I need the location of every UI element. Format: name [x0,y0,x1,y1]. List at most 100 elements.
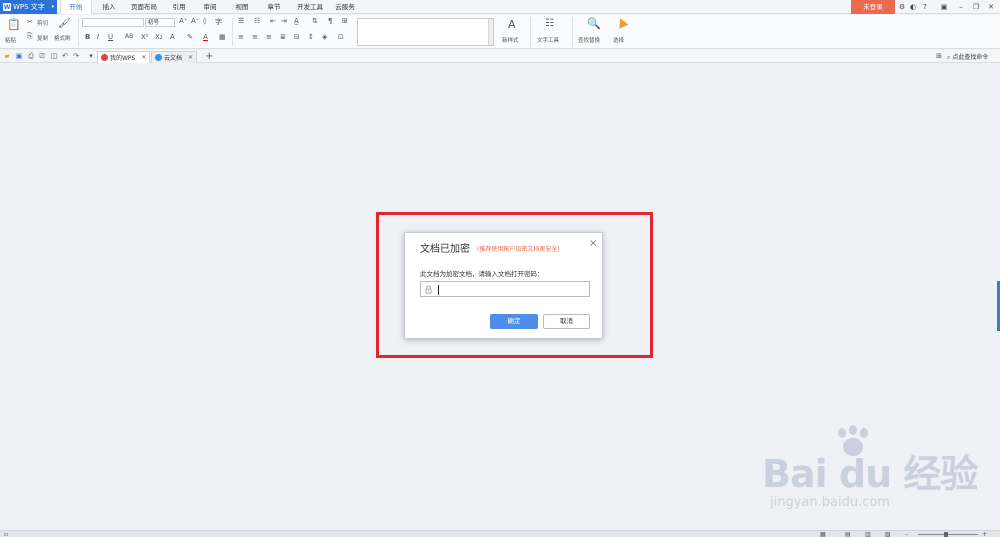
tab-my-wps[interactable]: 我的WPS ✕ [97,51,151,63]
restore-icon[interactable]: ❐ [970,0,982,14]
new-style-label[interactable]: 新样式 [502,36,519,44]
copy-label[interactable]: 复制 [37,34,48,42]
cut-label[interactable]: 剪切 [37,19,48,27]
reading-view-icon[interactable]: ▧ [885,531,891,537]
strikethrough-icon[interactable]: AB [125,33,133,40]
text-effect-icon[interactable]: A [170,33,175,41]
chinese-layout-icon[interactable]: A̲ [294,17,299,25]
line-spacing-icon[interactable]: ↕ [308,33,314,41]
tab-view[interactable]: 视图 [229,0,255,14]
style-gallery[interactable] [357,18,494,46]
command-search[interactable]: ⌕ 点此查找命令 [947,52,988,62]
highlight-icon[interactable]: ✎ [187,33,193,41]
clear-format-icon[interactable]: ◊ [203,17,206,25]
select-icon[interactable] [615,16,629,29]
font-name-box[interactable] [82,18,144,27]
export-pdf-icon[interactable]: ⎙ [27,52,35,60]
cancel-button[interactable]: 取消 [543,314,590,329]
close-icon[interactable]: ✕ [985,0,997,14]
table-tools-icon[interactable]: ⊞ [342,17,348,25]
print-preview-icon[interactable]: ◫ [50,52,58,60]
tab-developer[interactable]: 开发工具 [292,0,328,14]
app-menu-button[interactable]: W WPS 文字 ▾ [0,0,57,14]
style-gallery-scrollbar[interactable] [488,19,493,45]
zoom-out-icon[interactable]: – [905,531,908,537]
tab-start[interactable]: 开始 [60,0,92,14]
print-icon[interactable]: ⎚ [38,52,46,60]
border-icon[interactable]: ⊡ [338,33,344,41]
login-button[interactable]: 未登录 [851,0,895,14]
align-left-icon[interactable]: ≡ [238,33,244,41]
customize-caret-icon[interactable]: ▾ [87,52,95,60]
tab-cloud-service[interactable]: 云服务 [331,0,359,14]
copy-icon[interactable]: ⎘ [27,32,33,41]
outline-view-icon[interactable]: ▥ [865,531,871,537]
tab-insert[interactable]: 插入 [96,0,122,14]
shading-icon[interactable]: ◈ [322,33,327,41]
close-icon[interactable]: × [589,238,597,249]
select-label[interactable]: 选择 [613,36,624,44]
dialog-title: 文档已加密 [420,244,470,255]
distribute-icon[interactable]: ⊟ [294,33,300,41]
web-view-icon[interactable]: ▤ [845,531,851,537]
password-field[interactable] [420,281,590,297]
ribbon-toggle-icon[interactable]: ▣ [938,0,950,14]
decrease-indent-icon[interactable]: ⇤ [270,17,276,25]
bullet-list-icon[interactable]: ☰ [238,17,244,25]
tab-review[interactable]: 审阅 [197,0,223,14]
subscript-icon[interactable]: X₂ [155,33,163,41]
cut-icon[interactable]: ✂ [27,18,33,26]
increase-indent-icon[interactable]: ⇥ [281,17,287,25]
zoom-slider-track[interactable] [918,534,978,535]
shrink-font-icon[interactable]: A⁻ [191,17,199,25]
text-tool-label[interactable]: 文字工具 [537,36,559,44]
pinyin-icon[interactable]: 字 [215,17,222,27]
align-right-icon[interactable]: ≡ [266,33,272,41]
find-replace-label[interactable]: 查找替换 [578,36,600,44]
grow-font-icon[interactable]: A⁺ [179,17,187,25]
show-marks-icon[interactable]: ¶ [328,17,332,25]
italic-icon[interactable]: I [97,33,99,41]
font-color-icon[interactable]: A [203,33,208,41]
format-painter-label[interactable]: 格式刷 [54,34,71,42]
help-icon[interactable]: ? [919,0,931,14]
justify-icon[interactable]: ≣ [280,33,286,41]
tab-page-layout[interactable]: 页面布局 [126,0,162,14]
tab-references[interactable]: 引用 [166,0,192,14]
cloud-icon [155,54,162,61]
minimize-icon[interactable]: – [955,0,967,14]
tab-cloud-docs[interactable]: 云文档 ✕ [151,51,198,63]
tab-sections[interactable]: 章节 [261,0,287,14]
wps-tab-icon [101,54,108,61]
quick-access-bar: ▰ ▣ ⎙ ⎚ ◫ ↶ ↷ ▾ 我的WPS ✕ 云文档 ✕ + ⊞ ⌕ 点此查找命… [0,50,1000,63]
char-shading-icon[interactable]: ▦ [219,33,226,41]
numbered-list-icon[interactable]: ☷ [254,17,260,25]
superscript-icon[interactable]: X² [141,33,149,41]
text-tool-icon[interactable]: ☷ [545,18,554,29]
skin-icon[interactable]: ◐ [907,0,919,14]
new-style-icon[interactable]: A [508,18,516,31]
paste-icon[interactable]: 📋 [7,18,21,31]
save-icon[interactable]: ▣ [15,52,23,60]
align-center-icon[interactable]: ≡ [252,33,258,41]
redo-icon[interactable]: ↷ [72,52,80,60]
zoom-in-icon[interactable]: + [982,531,987,537]
close-icon[interactable]: ✕ [141,54,146,61]
dialog-message: 此文档为加密文档，请输入文档打开密码： [420,270,544,278]
undo-icon[interactable]: ↶ [61,52,69,60]
chevron-down-icon: ▾ [51,4,54,10]
close-icon[interactable]: ✕ [188,54,193,61]
find-replace-icon[interactable]: 🔍 [587,17,601,30]
zoom-slider-knob[interactable] [944,532,948,537]
font-size-box[interactable]: 初号 [145,18,175,27]
underline-icon[interactable]: U [108,33,113,41]
add-tab-icon[interactable]: + [205,50,213,63]
format-painter-icon[interactable]: 🖌 [58,18,71,29]
bold-icon[interactable]: B [85,33,90,41]
sort-icon[interactable]: ⇅ [312,17,318,25]
paste-label[interactable]: 粘贴 [5,36,16,44]
view-mode-icon[interactable]: ▦ [820,531,826,537]
layout-icon[interactable]: ⊞ [935,52,943,60]
open-icon[interactable]: ▰ [3,52,11,60]
ok-button[interactable]: 确定 [490,314,538,329]
